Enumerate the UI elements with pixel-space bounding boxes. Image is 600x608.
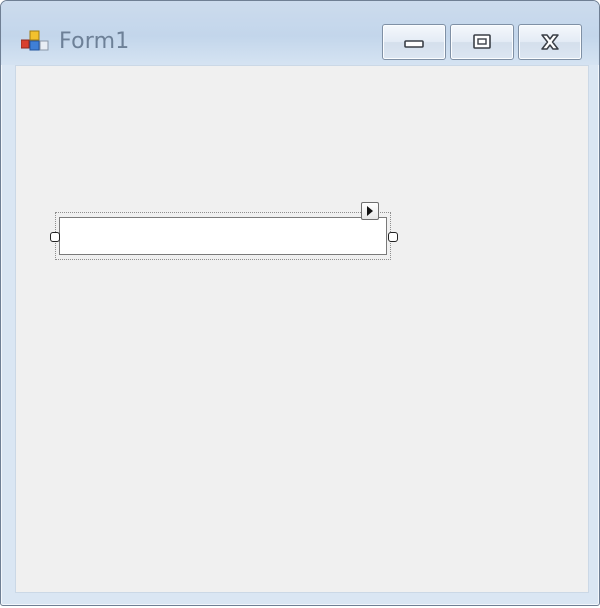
resize-handle-left[interactable] [50,232,60,242]
window-title: Form1 [59,29,130,54]
maximize-button[interactable] [450,24,514,60]
textbox-control[interactable] [59,217,387,255]
minimize-icon [404,40,424,48]
resize-handle-right[interactable] [388,232,398,242]
form-window: Form1 [0,0,600,606]
form-client-area[interactable] [15,65,589,593]
windows-form-icon [21,30,49,51]
close-button[interactable] [518,24,582,60]
smart-tag-button[interactable] [361,202,379,220]
title-bar[interactable]: Form1 [1,1,599,65]
maximize-icon [473,34,491,49]
minimize-button[interactable] [382,24,446,60]
close-icon [541,34,559,50]
smart-tag-arrow-icon [367,206,373,216]
